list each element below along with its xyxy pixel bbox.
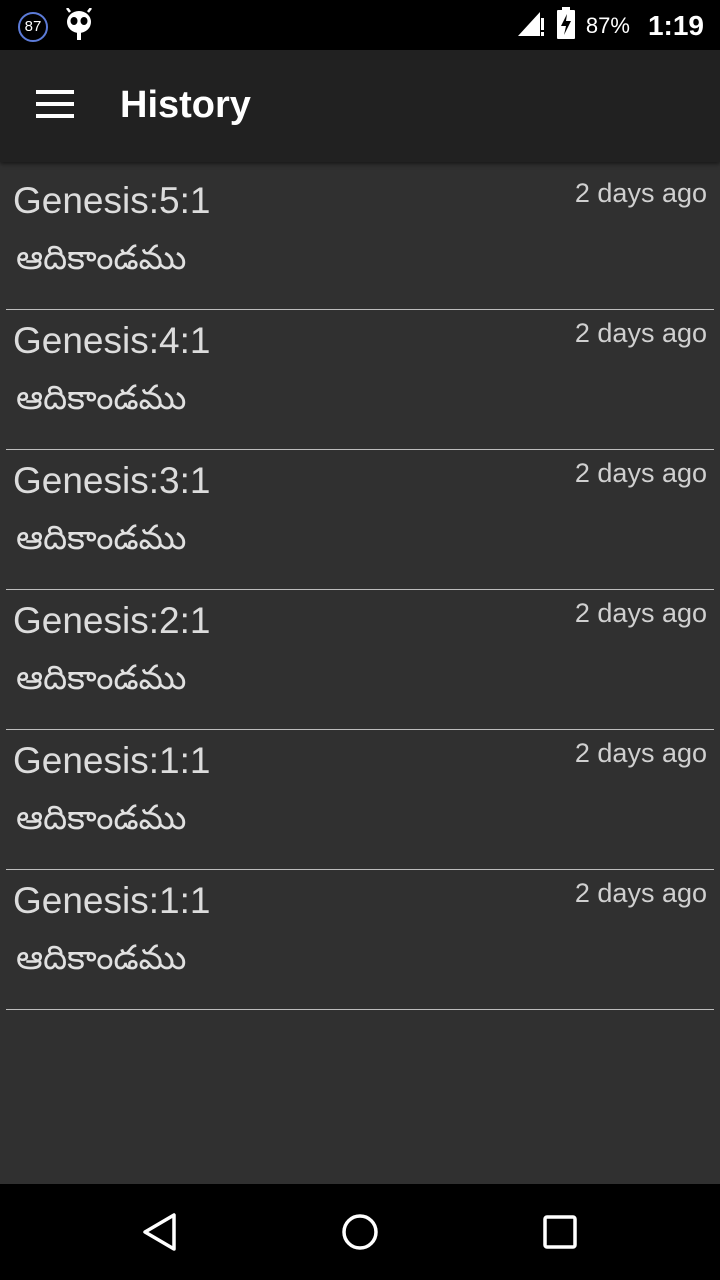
verse-reference: Genesis:1:1	[13, 740, 211, 781]
timestamp: 2 days ago	[574, 598, 707, 628]
back-triangle-icon[interactable]	[140, 1212, 180, 1252]
verse-reference: Genesis:1:1	[13, 880, 211, 921]
notification-count-badge: 87	[18, 11, 48, 42]
verse-reference: Genesis:5:1	[13, 180, 211, 221]
history-list: Genesis:5:1 2 days ago ఆదికాండము Genesis:4:…	[0, 170, 720, 1010]
recents-square-icon[interactable]	[540, 1212, 580, 1252]
book-name: ఆదికాండము	[16, 938, 187, 978]
timestamp: 2 days ago	[574, 318, 707, 348]
divider	[6, 1009, 714, 1010]
clock: 1:19	[647, 9, 704, 41]
app-bar: History	[0, 50, 720, 162]
signal-icon	[516, 8, 546, 43]
book-name: ఆదికాండము	[16, 518, 187, 558]
verse-reference: Genesis:3:1	[13, 460, 211, 501]
history-row[interactable]: Genesis:2:1 2 days ago ఆదికాండము	[0, 590, 720, 730]
timestamp: 2 days ago	[574, 878, 707, 908]
battery-charging-icon	[556, 7, 576, 44]
navigation-bar	[0, 1184, 720, 1280]
android-robot-icon	[64, 7, 94, 45]
timestamp: 2 days ago	[574, 458, 707, 488]
battery-percent: 87%	[585, 12, 630, 38]
book-name: ఆదికాండము	[16, 238, 187, 278]
history-row[interactable]: Genesis:4:1 2 days ago ఆదికాండము	[0, 310, 720, 450]
page-title: History	[120, 84, 251, 126]
status-bar: 87 87% 1:19	[0, 0, 720, 50]
history-row[interactable]: Genesis:5:1 2 days ago ఆదికాండము	[0, 170, 720, 310]
book-name: ఆదికాండము	[16, 658, 187, 698]
home-circle-icon[interactable]	[340, 1212, 380, 1252]
timestamp: 2 days ago	[574, 738, 707, 768]
history-row[interactable]: Genesis:1:1 2 days ago ఆదికాండము	[0, 870, 720, 1010]
status-right: 87% 1:19	[516, 7, 704, 44]
history-row[interactable]: Genesis:3:1 2 days ago ఆదికాండము	[0, 450, 720, 590]
status-left: 87	[18, 7, 94, 45]
book-name: ఆదికాండము	[16, 378, 187, 418]
history-row[interactable]: Genesis:1:1 2 days ago ఆదికాండము	[0, 730, 720, 870]
book-name: ఆదికాండము	[16, 798, 187, 838]
timestamp: 2 days ago	[574, 178, 707, 208]
hamburger-icon[interactable]	[36, 90, 76, 122]
verse-reference: Genesis:2:1	[13, 600, 211, 641]
verse-reference: Genesis:4:1	[13, 320, 211, 361]
